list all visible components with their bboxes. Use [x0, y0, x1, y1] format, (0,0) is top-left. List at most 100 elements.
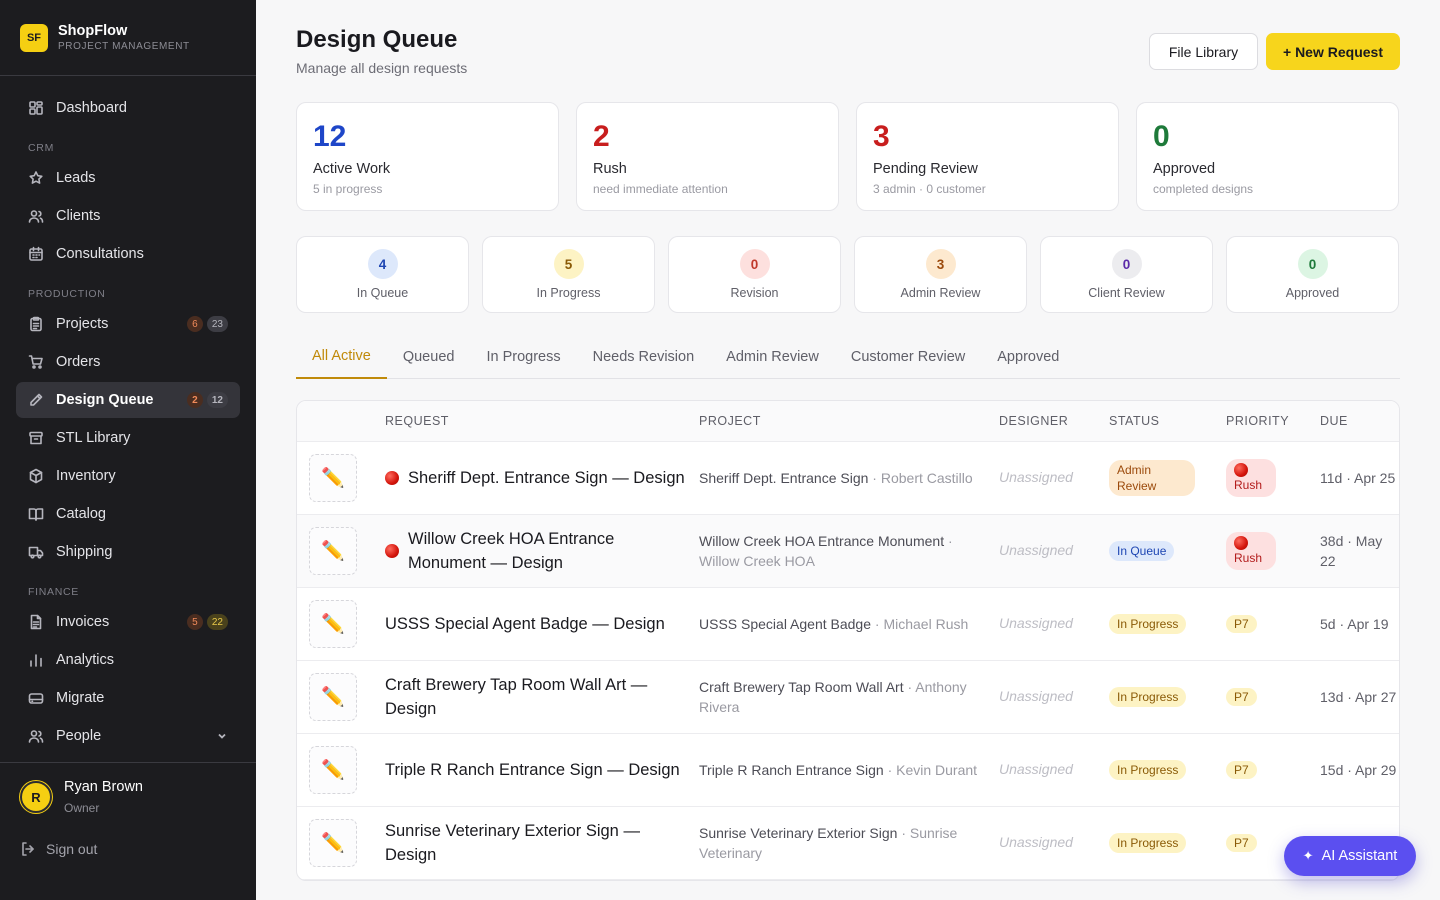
design-thumbnail[interactable]: ✏️ — [309, 454, 357, 502]
sidebar-item-projects[interactable]: Projects 6 23 — [16, 306, 240, 342]
user-name: Ryan Brown — [64, 779, 143, 795]
people-icon — [28, 728, 44, 744]
designer-value[interactable]: Unassigned — [999, 469, 1073, 485]
sidebar-item-orders[interactable]: Orders — [16, 344, 240, 380]
new-request-button[interactable]: + New Request — [1266, 33, 1400, 70]
sidebar-item-analytics[interactable]: Analytics — [16, 642, 240, 678]
pipeline-stage-card[interactable]: 0 Approved — [1226, 236, 1399, 313]
table-row[interactable]: ✏️ Sheriff Dept. Entrance Sign — Design Sh… — [297, 442, 1399, 515]
stat-card[interactable]: 2 Rush need immediate attention — [576, 102, 839, 211]
column-header-request[interactable]: REQUEST — [385, 414, 699, 428]
designer-value[interactable]: Unassigned — [999, 834, 1073, 850]
project-name: USSS Special Agent Badge — [699, 616, 872, 632]
priority-badge: Rush — [1226, 532, 1277, 570]
client-name: · Michael Rush — [871, 616, 969, 632]
stat-card[interactable]: 3 Pending Review 3 admin · 0 customer — [856, 102, 1119, 211]
design-thumbnail[interactable]: ✏️ — [309, 673, 357, 721]
designer-value[interactable]: Unassigned — [999, 761, 1073, 777]
column-header-priority[interactable]: PRIORITY — [1226, 414, 1320, 428]
sidebar-item-leads[interactable]: Leads — [16, 160, 240, 196]
sidebar-item-label: Invoices — [56, 614, 110, 630]
count-badges: 2 12 — [186, 392, 228, 408]
column-header-designer[interactable]: DESIGNER — [999, 414, 1109, 428]
stat-card[interactable]: 12 Active Work 5 in progress — [296, 102, 559, 211]
pipeline-cards: 4 In Queue 5 In Progress 0 Revision 3 Admin Rev… — [296, 236, 1400, 313]
designer-value[interactable]: Unassigned — [999, 542, 1073, 558]
request-title[interactable]: Sunrise Veterinary Exterior Sign — Desig… — [385, 819, 687, 867]
table-row[interactable]: ✏️ USSS Special Agent Badge — Design USSS … — [297, 588, 1399, 661]
total-count-badge: 12 — [206, 392, 228, 408]
user-role: Owner — [64, 801, 100, 815]
ai-assistant-button[interactable]: ✦ AI Assistant — [1284, 836, 1416, 876]
request-title[interactable]: USSS Special Agent Badge — Design — [385, 612, 665, 636]
table-row[interactable]: ✏️ Sunrise Veterinary Exterior Sign — Des… — [297, 807, 1399, 880]
stage-label: Revision — [730, 286, 779, 300]
project-name: Sunrise Veterinary Exterior Sign — [699, 825, 898, 841]
stat-subtext: completed designs — [1153, 182, 1254, 196]
designer-value[interactable]: Unassigned — [999, 688, 1073, 704]
request-title[interactable]: Willow Creek HOA Entrance Monument — Des… — [408, 527, 687, 575]
tab-customer-review[interactable]: Customer Review — [835, 335, 981, 379]
total-count-badge: 23 — [206, 316, 228, 332]
user-profile[interactable]: R Ryan Brown Owner — [20, 779, 236, 815]
table-row[interactable]: ✏️ Craft Brewery Tap Room Wall Art — Desi… — [297, 661, 1399, 734]
design-thumbnail[interactable]: ✏️ — [309, 819, 357, 867]
box-icon — [28, 468, 44, 484]
sidebar-item-dashboard[interactable]: Dashboard — [16, 90, 240, 126]
design-thumbnail[interactable]: ✏️ — [309, 746, 357, 794]
brand-name: ShopFlow — [58, 23, 128, 39]
request-title[interactable]: Sheriff Dept. Entrance Sign — Design — [408, 466, 685, 490]
sidebar-item-shipping[interactable]: Shipping — [16, 534, 240, 570]
truck-icon — [28, 544, 44, 560]
pipeline-stage-card[interactable]: 4 In Queue — [296, 236, 469, 313]
stage-label: In Progress — [536, 286, 601, 300]
table-row[interactable]: ✏️ Willow Creek HOA Entrance Monument — D… — [297, 515, 1399, 588]
tab-approved[interactable]: Approved — [981, 335, 1075, 379]
pipeline-stage-card[interactable]: 0 Revision — [668, 236, 841, 313]
sidebar-item-invoices[interactable]: Invoices 5 22 — [16, 604, 240, 640]
sidebar-item-migrate[interactable]: Migrate — [16, 680, 240, 716]
sign-out-button[interactable]: Sign out — [20, 841, 236, 857]
sidebar-item-clients[interactable]: Clients — [16, 198, 240, 234]
column-header-status[interactable]: STATUS — [1109, 414, 1226, 428]
sidebar-item-inventory[interactable]: Inventory — [16, 458, 240, 494]
sidebar-item-stl-library[interactable]: STL Library — [16, 420, 240, 456]
stage-label: Approved — [1285, 286, 1340, 300]
designer-value[interactable]: Unassigned — [999, 615, 1073, 631]
dashboard-icon — [28, 100, 44, 116]
stat-card[interactable]: 0 Approved completed designs — [1136, 102, 1399, 211]
sidebar-item-catalog[interactable]: Catalog — [16, 496, 240, 532]
sidebar-item-label: Design Queue — [56, 392, 154, 408]
sidebar-item-consultations[interactable]: Consultations — [16, 236, 240, 272]
request-title[interactable]: Craft Brewery Tap Room Wall Art — Design — [385, 673, 687, 721]
count-badges: 6 23 — [186, 316, 228, 332]
column-header-due[interactable]: DUE — [1320, 414, 1399, 428]
table-row[interactable]: ✏️ Triple R Ranch Entrance Sign — Design T… — [297, 734, 1399, 807]
tab-queued[interactable]: Queued — [387, 335, 471, 379]
sidebar-item-design-queue[interactable]: Design Queue 2 12 — [16, 382, 240, 418]
rush-indicator-icon — [385, 471, 399, 485]
tab-all-active[interactable]: All Active — [296, 335, 387, 379]
sidebar: SF ShopFlow PROJECT MANAGEMENT Dashboard… — [0, 0, 256, 900]
status-badge: Admin Review — [1109, 460, 1195, 496]
project-name: Craft Brewery Tap Room Wall Art — [699, 679, 904, 695]
tab-needs-revision[interactable]: Needs Revision — [577, 335, 711, 379]
request-title[interactable]: Triple R Ranch Entrance Sign — Design — [385, 758, 680, 782]
calendar-icon — [28, 246, 44, 262]
sidebar-item-people[interactable]: People — [16, 718, 240, 754]
total-count-badge: 22 — [206, 614, 228, 630]
file-library-button[interactable]: File Library — [1149, 33, 1258, 70]
column-header-project[interactable]: PROJECT — [699, 414, 999, 428]
user-area: R Ryan Brown Owner Sign out — [0, 762, 256, 900]
status-badge: In Queue — [1109, 541, 1175, 561]
pipeline-stage-card[interactable]: 5 In Progress — [482, 236, 655, 313]
rush-indicator-icon — [385, 544, 399, 558]
design-thumbnail[interactable]: ✏️ — [309, 527, 357, 575]
pipeline-stage-card[interactable]: 0 Client Review — [1040, 236, 1213, 313]
design-thumbnail[interactable]: ✏️ — [309, 600, 357, 648]
pipeline-stage-card[interactable]: 3 Admin Review — [854, 236, 1027, 313]
tab-in-progress[interactable]: In Progress — [470, 335, 576, 379]
priority-badge: P7 — [1226, 761, 1257, 779]
status-badge: In Progress — [1109, 614, 1187, 634]
tab-admin-review[interactable]: Admin Review — [710, 335, 835, 379]
